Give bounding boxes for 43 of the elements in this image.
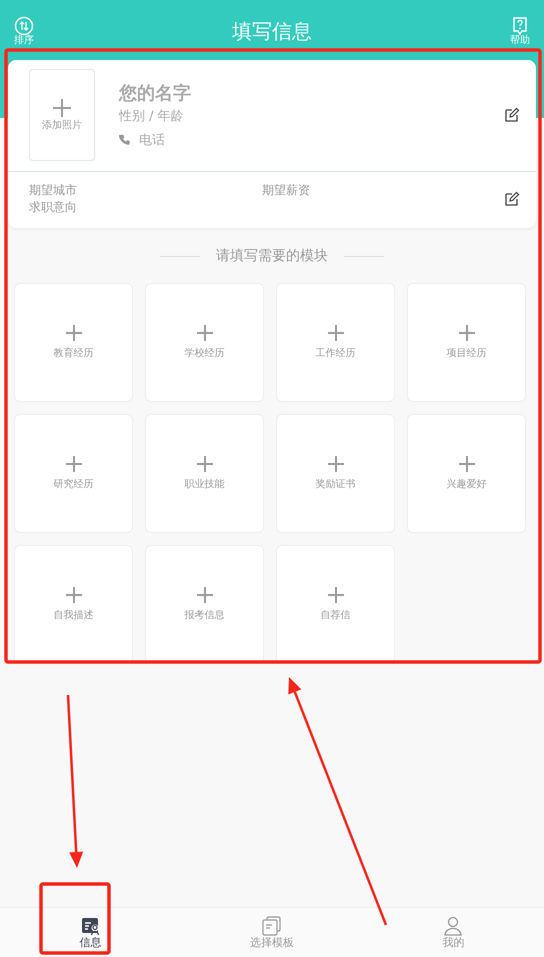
expected-city-text: 期望城市 [29,182,78,199]
module-tile[interactable]: 职业技能 [145,414,264,533]
help-label[interactable]: 帮助 [510,36,530,46]
edit-icon[interactable] [504,107,520,123]
stacked-pages-icon [262,916,282,936]
expected-salary-text: 期望薪资 [262,182,311,199]
plus-icon [64,455,82,473]
module-tile[interactable]: 奖励证书 [276,414,395,533]
plus-icon [326,586,344,604]
module-tile[interactable]: 自荐信 [276,545,395,662]
page-title: 填写信息 [232,18,312,45]
phone-icon [119,134,131,146]
gender-age-text: 性别 / 年龄 [119,108,185,126]
module-tile[interactable]: 兴趣爱好 [407,414,526,533]
module-tile[interactable]: 教育经历 [14,283,133,402]
module-tile[interactable]: 学校经历 [145,283,264,402]
plus-icon [326,455,344,473]
tab[interactable]: 信息 [0,908,182,957]
module-tile[interactable]: 项目经历 [407,283,526,402]
profile-card-icon [80,916,101,936]
plus-icon [326,324,344,342]
plus-icon [196,586,214,604]
section-title: 请填写需要的模块 [216,247,328,266]
name-text: 您的名字 [119,82,192,106]
plus-icon [64,324,82,342]
plus-icon [458,324,476,342]
sort-label[interactable]: 排序 [14,36,34,46]
edit-icon[interactable] [504,191,520,207]
plus-icon [458,455,476,473]
plus-icon [196,324,214,342]
job-intention-text: 求职意向 [29,199,78,216]
add-photo-button[interactable]: 添加照片 [29,69,95,161]
tab[interactable]: 选择模板 [181,908,363,957]
plus-icon [52,98,72,118]
module-tile[interactable]: 工作经历 [276,283,395,402]
plus-icon [196,455,214,473]
phone-text: 电话 [139,132,165,150]
module-tile[interactable]: 自我描述 [14,545,133,662]
user-icon [443,916,464,936]
module-tile[interactable]: 研究经历 [14,414,133,533]
plus-icon [64,586,82,604]
module-tile[interactable]: 报考信息 [145,545,264,662]
tab[interactable]: 我的 [362,908,544,957]
